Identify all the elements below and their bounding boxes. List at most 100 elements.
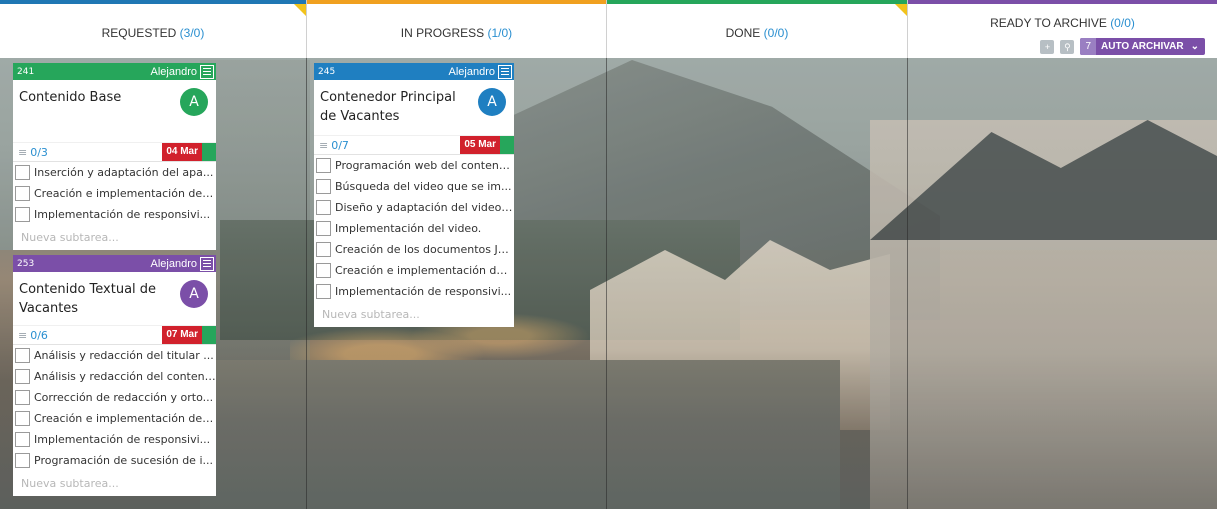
column-corner-flag (895, 4, 907, 16)
auto-archive-count: 7 (1080, 38, 1097, 55)
new-subtask-input[interactable]: Nueva subtarea... (13, 471, 216, 496)
subtask-progress[interactable]: 0/7 (331, 139, 349, 152)
card-id: 241 (17, 66, 35, 77)
subtask-item[interactable]: Implementación de responsivi... (13, 204, 216, 225)
plus-icon[interactable]: + (1040, 39, 1055, 54)
subtask-text: Análisis y redacción del conteni... (34, 370, 216, 383)
subtask-checkbox[interactable] (15, 348, 30, 363)
subtask-text: Creación e implementación de ... (34, 412, 216, 425)
subtask-item[interactable]: Creación e implementación de ... (13, 183, 216, 204)
card-owner: Alejandro (150, 65, 197, 78)
subtask-checkbox[interactable] (316, 263, 331, 278)
subtask-text: Análisis y redacción del titular ... (34, 349, 214, 362)
card-title[interactable]: Contenido Base (19, 88, 176, 107)
column-count: (0/0) (763, 26, 789, 40)
auto-archive-button[interactable]: 7 AUTO ARCHIVAR ⌄ (1080, 38, 1205, 55)
column-count: (1/0) (487, 26, 513, 40)
due-date-badge[interactable]: 05 Mar (460, 136, 500, 154)
subtask-checkbox[interactable] (15, 186, 30, 201)
subtask-progress[interactable]: 0/3 (30, 146, 48, 159)
chevron-down-icon[interactable]: ⌄ (1191, 41, 1199, 52)
subtask-progress[interactable]: 0/6 (30, 329, 48, 342)
subtask-checkbox[interactable] (316, 284, 331, 299)
subtask-checkbox[interactable] (15, 165, 30, 180)
card-body: Contenido Textual de Vacantes A (13, 272, 216, 325)
subtask-item[interactable]: Análisis y redacción del titular ... (13, 345, 216, 366)
checklist-icon: ≡ (18, 145, 28, 159)
subtask-checkbox[interactable] (316, 242, 331, 257)
subtask-checkbox[interactable] (15, 453, 30, 468)
column-title: IN PROGRESS (400, 26, 485, 40)
hamburger-menu-icon[interactable] (498, 64, 512, 79)
subtask-item[interactable]: Implementación de responsivi... (13, 429, 216, 450)
subtask-item[interactable]: Análisis y redacción del conteni... (13, 366, 216, 387)
card-owner: Alejandro (150, 257, 197, 270)
subtask-item[interactable]: Implementación de responsivi... (314, 281, 514, 302)
subtask-checkbox[interactable] (316, 158, 331, 173)
avatar[interactable]: A (478, 88, 506, 116)
subtask-item[interactable]: Búsqueda del video que se im... (314, 176, 514, 197)
subtask-text: Implementación de responsivi... (34, 208, 211, 221)
due-date-badge[interactable]: 04 Mar (162, 143, 202, 161)
card-body: Contenido Base A (13, 80, 216, 142)
column-divider (907, 58, 908, 509)
subtask-item[interactable]: Implementación del video. (314, 218, 514, 239)
subtask-text: Búsqueda del video que se im... (335, 180, 512, 193)
search-icon[interactable]: ⚲ (1060, 39, 1075, 54)
subtask-text: Programación web del contene... (335, 159, 514, 172)
column-title: READY TO ARCHIVE (990, 16, 1107, 30)
task-card[interactable]: 245 Alejandro Contenedor Principal de Va… (314, 63, 514, 327)
column-header-requested[interactable]: REQUESTED (3/0) (0, 0, 307, 58)
hamburger-menu-icon[interactable] (200, 256, 214, 271)
subtask-checkbox[interactable] (15, 207, 30, 222)
column-header-ready-to-archive[interactable]: READY TO ARCHIVE (0/0) + ⚲ 7 AUTO ARCHIV… (908, 0, 1217, 58)
subtask-item[interactable]: Programación de sucesión de i... (13, 450, 216, 471)
hamburger-menu-icon[interactable] (200, 64, 214, 79)
subtask-checkbox[interactable] (15, 411, 30, 426)
subtask-checkbox[interactable] (15, 390, 30, 405)
avatar[interactable]: A (180, 280, 208, 308)
subtask-checkbox[interactable] (15, 432, 30, 447)
subtask-text: Programación de sucesión de i... (34, 454, 213, 467)
subtask-text: Implementación de responsivi... (335, 285, 512, 298)
subtask-item[interactable]: Diseño y adaptación del video ... (314, 197, 514, 218)
subtask-text: Implementación de responsivi... (34, 433, 211, 446)
task-card[interactable]: 253 Alejandro Contenido Textual de Vacan… (13, 255, 216, 496)
card-title[interactable]: Contenedor Principal de Vacantes (320, 88, 474, 126)
card-body: Contenedor Principal de Vacantes A (314, 80, 514, 135)
column-header-in-progress[interactable]: IN PROGRESS (1/0) (307, 0, 607, 58)
due-date-badge[interactable]: 07 Mar (162, 326, 202, 344)
new-subtask-input[interactable]: Nueva subtarea... (314, 302, 514, 327)
card-header: 253 Alejandro (13, 255, 216, 272)
avatar[interactable]: A (180, 88, 208, 116)
subtask-item[interactable]: Programación web del contene... (314, 155, 514, 176)
card-meta: ≡ 0/7 05 Mar (314, 135, 514, 155)
subtask-checkbox[interactable] (15, 369, 30, 384)
subtask-item[interactable]: Creación de los documentos Ja... (314, 239, 514, 260)
subtask-text: Creación e implementación de ... (34, 187, 216, 200)
column-divider (306, 58, 307, 509)
subtask-text: Diseño y adaptación del video ... (335, 201, 514, 214)
card-id: 245 (318, 66, 336, 77)
subtask-text: Creación e implementación de ... (335, 264, 514, 277)
subtask-item[interactable]: Creación e implementación de ... (13, 408, 216, 429)
subtask-checkbox[interactable] (316, 221, 331, 236)
new-subtask-input[interactable]: Nueva subtarea... (13, 225, 216, 250)
column-header-done[interactable]: DONE (0/0) (607, 0, 908, 58)
subtask-item[interactable]: Inserción y adaptación del apa... (13, 162, 216, 183)
task-card[interactable]: 241 Alejandro Contenido Base A ≡ 0/3 04 … (13, 63, 216, 250)
column-title: REQUESTED (101, 26, 177, 40)
column-color-bar (908, 0, 1217, 4)
checklist-icon: ≡ (319, 138, 329, 152)
subtask-item[interactable]: Corrección de redacción y orto... (13, 387, 216, 408)
card-title[interactable]: Contenido Textual de Vacantes (19, 280, 176, 318)
subtask-text: Implementación del video. (335, 222, 482, 235)
card-meta: ≡ 0/3 04 Mar (13, 142, 216, 162)
column-color-bar (607, 0, 907, 4)
card-id: 253 (17, 258, 35, 269)
subtask-item[interactable]: Creación e implementación de ... (314, 260, 514, 281)
card-header: 241 Alejandro (13, 63, 216, 80)
subtask-checkbox[interactable] (316, 179, 331, 194)
subtask-checkbox[interactable] (316, 200, 331, 215)
column-divider (606, 58, 607, 509)
